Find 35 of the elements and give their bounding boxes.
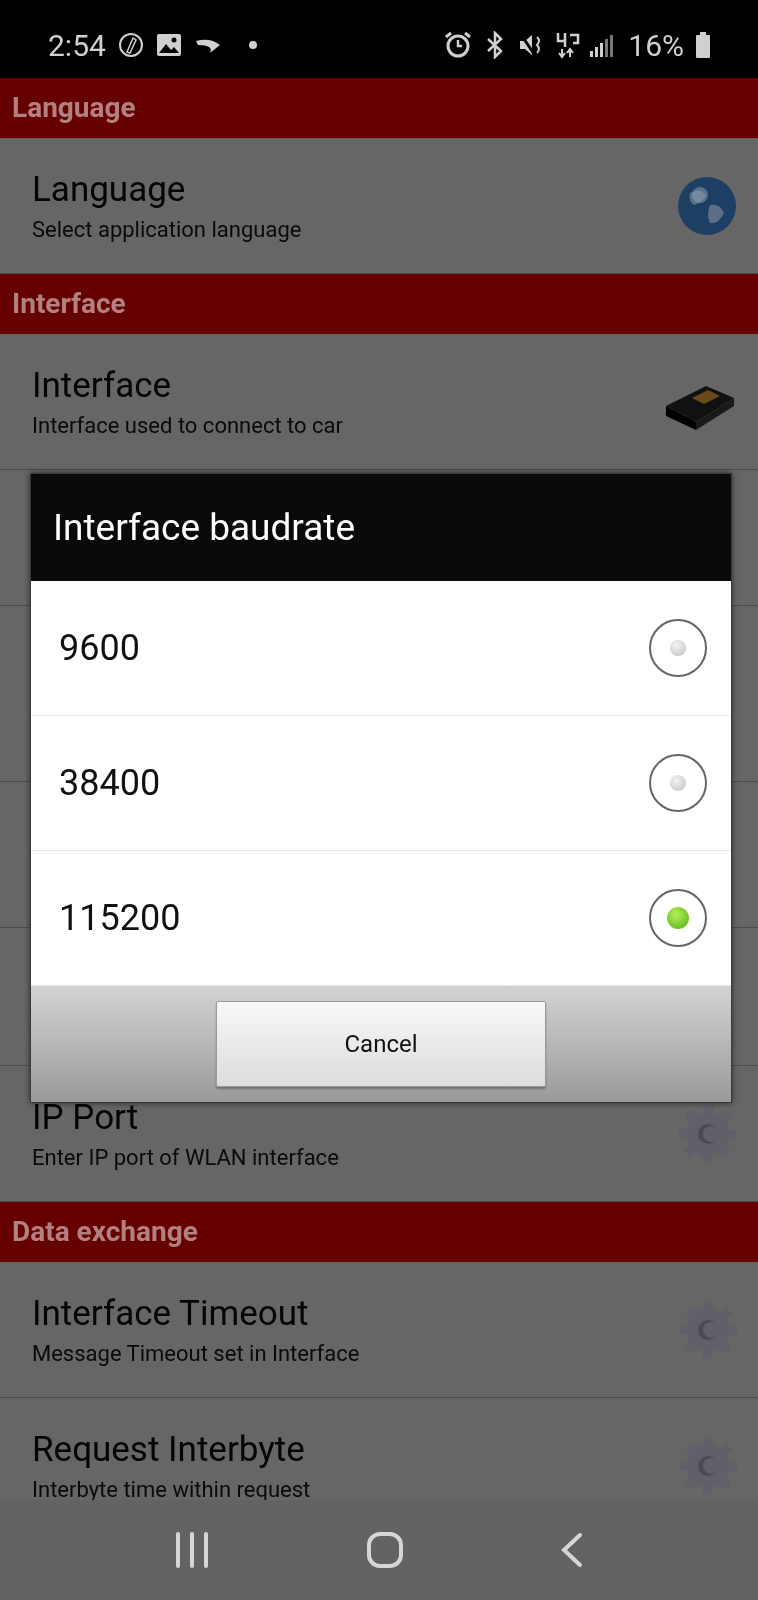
section-header: Data exchange [12,1214,198,1250]
setting-subtitle: Select application language [32,215,302,244]
cancel-button[interactable]: Cancel [216,1001,546,1087]
radio-button[interactable] [649,889,707,947]
status-time: 2:54 [48,26,106,65]
setting-title: IP Port [32,1095,140,1140]
battery-icon [696,32,710,58]
battery-percent: 16% [628,26,684,65]
gear-icon [678,1102,738,1165]
dot-icon [247,40,258,50]
section-header: Interface [12,286,126,322]
option-row[interactable]: 38400 [31,716,731,851]
setting-subtitle: Interface used to connect to car [32,411,343,440]
alarm-icon [444,31,473,59]
option-row[interactable]: 9600 [31,581,731,716]
globe-icon [676,174,738,237]
image-icon [155,33,182,57]
home-icon[interactable] [366,1531,404,1569]
recent-apps-icon[interactable] [174,1532,210,1568]
setting-title: Interface [32,363,173,408]
option-row[interactable]: 115200 [31,851,731,986]
gear-icon [678,1434,738,1497]
setting-title: Language [32,167,187,212]
dialog-title: Interface baudrate [53,504,356,551]
setting-title: Request Interbyte [32,1427,306,1472]
pen-icon [117,32,144,58]
setting-subtitle: Enter IP port of WLAN interface [32,1143,339,1172]
radio-button[interactable] [649,754,707,812]
gear-icon [678,1298,738,1361]
setting-title: Interface Timeout [32,1291,310,1336]
back-icon[interactable] [560,1532,584,1568]
section-header: Language [12,90,136,126]
setting-subtitle: Message Timeout set in Interface [32,1339,360,1368]
setting-subtitle: Interbyte time within request [32,1475,311,1504]
radio-button[interactable] [649,619,707,677]
